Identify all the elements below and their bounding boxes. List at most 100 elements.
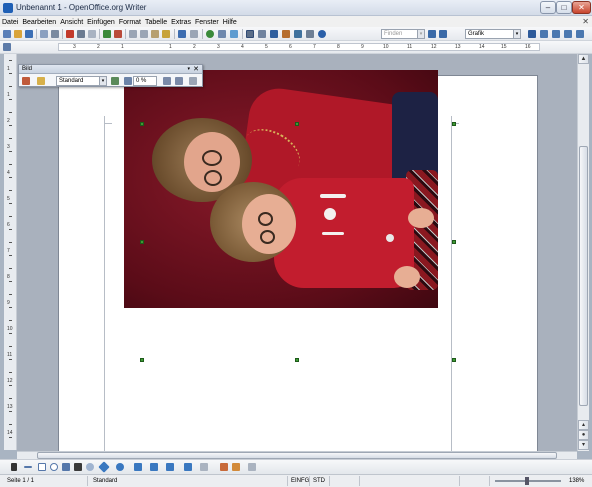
zoom-icon[interactable] [306,30,314,38]
window-title: Unbenannt 1 - OpenOffice.org Writer [16,3,147,12]
selection-handle[interactable] [295,122,299,126]
flip-horizontal-icon[interactable] [175,77,183,85]
clone-format-icon[interactable] [162,30,170,38]
close-document-icon[interactable]: ✕ [582,16,589,27]
page-indicator[interactable]: Seite 1 / 1 [4,476,88,486]
freeform-icon[interactable] [62,463,70,471]
find-replace-icon[interactable] [258,30,266,38]
scroll-up-icon[interactable]: ▲ [578,54,589,64]
page-preview-icon[interactable] [88,30,96,38]
filter-icon[interactable] [37,77,45,85]
zoom-level[interactable]: 138% [566,476,592,486]
navigator-icon[interactable] [246,30,254,38]
insert-mode[interactable]: EINFG [288,476,310,486]
selection-handle[interactable] [452,358,456,362]
ellipse-icon[interactable] [50,463,58,471]
selection-handle[interactable] [140,122,144,126]
transparency-input[interactable]: 0 % [133,76,157,86]
basic-shapes-icon[interactable] [98,461,110,473]
print-icon[interactable] [77,30,85,38]
graphics-mode-select[interactable]: Standard ▾ [56,76,107,86]
page-style[interactable]: Standard [90,476,288,486]
wrap-page-icon[interactable] [540,30,548,38]
spellcheck-icon[interactable] [103,30,111,38]
minimize-button[interactable]: – [540,1,556,14]
fontwork-icon[interactable] [220,463,228,471]
page-next-icon[interactable]: ▾ [578,440,589,450]
wrap-left-icon[interactable] [564,30,572,38]
toolbar-options-icon[interactable]: ▾ [187,65,190,74]
horizontal-scroll-thumb[interactable] [37,452,557,459]
table-icon[interactable] [218,30,226,38]
new-document-icon[interactable] [3,30,11,38]
vertical-ruler[interactable]: 1 1 2 3 4 5 6 7 8 9 10 11 12 13 14 [4,54,17,450]
navigation-icon[interactable]: ● [578,430,589,440]
paste-icon[interactable] [151,30,159,38]
tab-stop-type-icon[interactable] [3,43,11,51]
block-arrows-icon[interactable] [134,463,142,471]
selection-handle[interactable] [140,240,144,244]
cut-icon[interactable] [129,30,137,38]
wrap-right-icon[interactable] [576,30,584,38]
title-bar: Unbenannt 1 - OpenOffice.org Writer – □ … [0,0,592,16]
selection-handle[interactable] [452,122,456,126]
wrap-off-icon[interactable] [528,30,536,38]
vertical-scrollbar[interactable]: ▲ ▴ ● ▾ [577,54,589,451]
close-window-button[interactable]: ✕ [572,1,591,14]
photo-image[interactable] [124,70,438,308]
autospellcheck-icon[interactable] [114,30,122,38]
edit-file-icon[interactable] [51,30,59,38]
undo-icon[interactable] [178,30,186,38]
selection-mode[interactable]: STD [310,476,330,486]
points-icon[interactable] [200,463,208,471]
zoom-slider-thumb[interactable] [525,477,529,485]
ruler-tick [9,333,12,334]
open-folder-icon[interactable] [14,30,22,38]
selection-handle[interactable] [295,358,299,362]
export-pdf-icon[interactable] [66,30,74,38]
select-arrow-icon[interactable] [11,463,17,471]
show-draw-functions-icon[interactable] [230,30,238,38]
vertical-scroll-thumb[interactable] [579,146,588,406]
from-file-draw-icon[interactable] [232,463,240,471]
copy-icon[interactable] [140,30,148,38]
nonprinting-chars-icon[interactable] [294,30,302,38]
extrusion-icon[interactable] [248,463,256,471]
flowchart-icon[interactable] [150,463,158,471]
maximize-button[interactable]: □ [556,1,572,14]
selection-handle[interactable] [140,358,144,362]
transparency-icon[interactable] [124,77,132,85]
callout-icon[interactable] [86,463,94,471]
find-previous-icon[interactable] [439,30,447,38]
help-icon[interactable] [318,30,326,38]
image-toolbar-header[interactable]: Bild ▾ ✕ [19,65,202,74]
redo-icon[interactable] [190,30,198,38]
page-previous-icon[interactable]: ▴ [578,420,589,430]
find-input[interactable]: Finden ▾ [381,29,425,39]
color-icon[interactable] [111,77,119,85]
callouts-icon[interactable] [166,463,174,471]
horizontal-ruler[interactable]: 3 2 1 1 2 3 4 5 6 7 8 9 10 11 12 13 14 1… [58,43,540,51]
style-select[interactable]: Grafik ▾ [465,29,521,39]
rectangle-icon[interactable] [38,463,46,471]
hyperlink-icon[interactable] [206,30,214,38]
horizontal-scrollbar[interactable] [17,451,577,459]
line-icon[interactable] [24,466,32,468]
wrap-optimal-icon[interactable] [552,30,560,38]
stars-icon[interactable] [184,463,192,471]
gallery-icon[interactable] [270,30,278,38]
find-next-icon[interactable] [428,30,436,38]
mail-icon[interactable] [40,30,48,38]
image-toolbar-title: Bild [22,66,33,72]
from-file-icon[interactable] [22,77,30,85]
flip-vertical-icon[interactable] [163,77,171,85]
symbol-shapes-icon[interactable] [116,463,124,471]
close-toolbar-icon[interactable]: ✕ [193,65,199,74]
datasources-icon[interactable] [282,30,290,38]
save-icon[interactable] [25,30,33,38]
text-icon[interactable] [74,463,82,471]
drawing-toolbar [0,459,592,474]
app-icon [3,3,13,13]
selection-handle[interactable] [452,240,456,244]
frame-properties-icon[interactable] [189,77,197,85]
